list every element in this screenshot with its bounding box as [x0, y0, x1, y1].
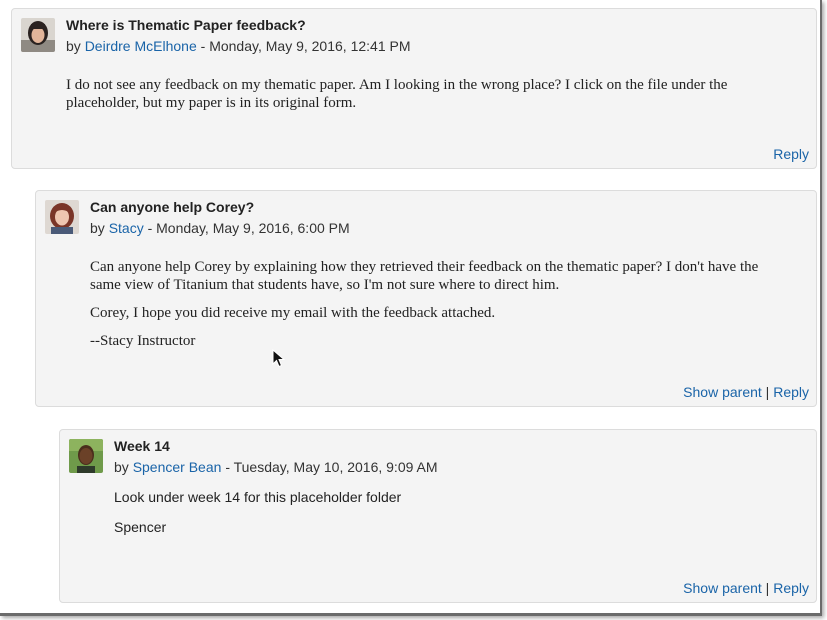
reply-link[interactable]: Reply	[773, 384, 809, 400]
mouse-cursor-icon	[272, 349, 286, 368]
reply-link[interactable]: Reply	[773, 580, 809, 596]
show-parent-link[interactable]: Show parent	[683, 580, 762, 596]
command-separator: |	[765, 384, 770, 400]
avatar[interactable]	[69, 439, 103, 473]
forum-post: Where is Thematic Paper feedback? by Dei…	[11, 8, 817, 169]
post-commands: Show parent | Reply	[683, 580, 809, 596]
post-content: Look under week 14 for this placeholder …	[114, 488, 792, 546]
post-commands: Reply	[773, 146, 809, 162]
post-author-line: by Stacy - Monday, May 9, 2016, 6:00 PM	[90, 220, 350, 236]
post-paragraph: Look under week 14 for this placeholder …	[114, 489, 402, 505]
post-commands: Show parent | Reply	[683, 384, 809, 400]
avatar[interactable]	[21, 18, 55, 52]
post-paragraph: Can anyone help Corey by explaining how …	[90, 259, 759, 293]
post-paragraph: I do not see any feedback on my thematic…	[66, 77, 728, 111]
post-paragraph: Spencer	[114, 519, 167, 535]
forum-post: Week 14 by Spencer Bean - Tuesday, May 1…	[59, 429, 817, 603]
post-content: I do not see any feedback on my thematic…	[66, 76, 792, 122]
avatar[interactable]	[45, 200, 79, 234]
show-parent-link[interactable]: Show parent	[683, 384, 762, 400]
author-link[interactable]: Deirdre McElhone	[85, 38, 197, 54]
post-subject: Can anyone help Corey?	[90, 199, 255, 215]
post-date: - Monday, May 9, 2016, 12:41 PM	[200, 38, 411, 54]
by-label: by	[90, 220, 105, 236]
author-link[interactable]: Stacy	[109, 220, 144, 236]
post-date: - Tuesday, May 10, 2016, 9:09 AM	[225, 459, 438, 475]
by-label: by	[66, 38, 81, 54]
post-paragraph: Corey, I hope you did receive my email w…	[90, 305, 496, 321]
author-link[interactable]: Spencer Bean	[133, 459, 222, 475]
window-frame: Where is Thematic Paper feedback? by Dei…	[0, 0, 822, 616]
post-subject: Where is Thematic Paper feedback?	[66, 17, 306, 33]
post-paragraph: --Stacy Instructor	[90, 333, 196, 349]
post-date: - Monday, May 9, 2016, 6:00 PM	[147, 220, 350, 236]
forum-post: Can anyone help Corey? by Stacy - Monday…	[35, 190, 817, 407]
command-separator: |	[765, 580, 770, 596]
post-content: Can anyone help Corey by explaining how …	[90, 258, 792, 360]
post-author-line: by Spencer Bean - Tuesday, May 10, 2016,…	[114, 459, 438, 475]
post-author-line: by Deirdre McElhone - Monday, May 9, 201…	[66, 38, 411, 54]
post-subject: Week 14	[114, 438, 170, 454]
by-label: by	[114, 459, 129, 475]
reply-link[interactable]: Reply	[773, 146, 809, 162]
